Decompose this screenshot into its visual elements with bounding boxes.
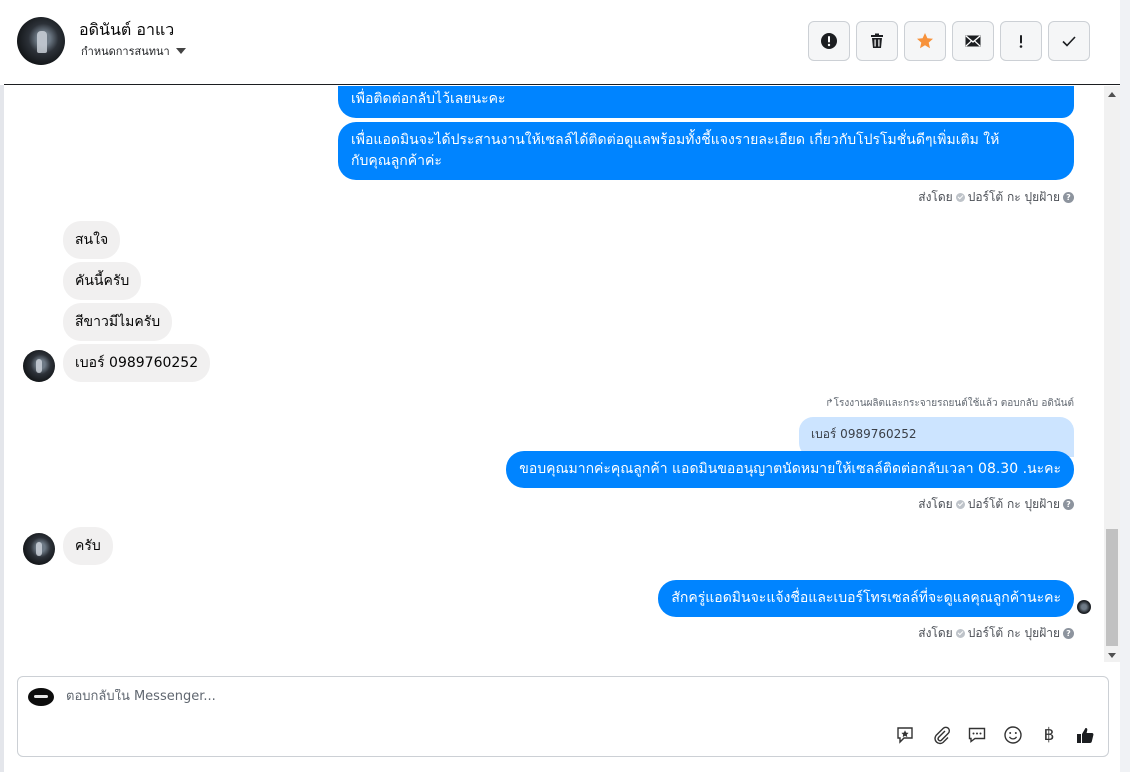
- attach-button[interactable]: [930, 724, 952, 746]
- sent-by-name[interactable]: ปอร์โต้ กะ ปุยฝ้าย: [968, 624, 1060, 643]
- thread-scrollbar[interactable]: [1104, 86, 1120, 662]
- sent-by-row: ส่งโดย ปอร์โต้ กะ ปุยฝ้าย ?: [918, 188, 1074, 207]
- message-bubble-incoming[interactable]: คันนี้ครับ: [63, 262, 142, 300]
- message-bubble-outgoing[interactable]: เพื่อแอดมินจะได้ประสานงานให้เซลล์ได้ติดต…: [338, 122, 1074, 180]
- scroll-up-arrow-icon[interactable]: [1108, 92, 1116, 97]
- envelope-icon: [965, 35, 981, 47]
- seen-avatar: [1077, 600, 1091, 614]
- contact-avatar[interactable]: [17, 17, 65, 65]
- alert-circle-icon: [821, 33, 837, 49]
- emoji-button[interactable]: [1002, 724, 1024, 746]
- message-bubble-outgoing[interactable]: สักครู่แอดมินจะแจ้งชื่อและเบอร์โทรเซลล์ท…: [658, 580, 1074, 617]
- verified-dot-icon: [955, 193, 965, 202]
- help-icon[interactable]: ?: [1063, 499, 1074, 510]
- scroll-down-arrow-icon[interactable]: [1108, 653, 1116, 658]
- trash-icon: [871, 33, 883, 48]
- star-icon: [917, 33, 933, 49]
- composer-toolbar: ฿: [894, 724, 1096, 746]
- reply-note-text: โรงงานผลิตและกระจายรถยนต์ใช้แล้ว ตอบกลับ…: [833, 398, 1074, 409]
- messenger-window: อดินันต์ อาแว กำหนดการสนทนา เพื่อติดต่อก…: [0, 0, 1130, 772]
- chat-bubble-star-icon: [897, 727, 913, 744]
- verified-dot-icon: [955, 500, 965, 509]
- sent-by-name[interactable]: ปอร์โต้ กะ ปุยฝ้าย: [968, 188, 1060, 207]
- sent-by-row: ส่งโดย ปอร์โต้ กะ ปุยฝ้าย ?: [918, 624, 1074, 643]
- sent-by-row: ส่งโดย ปอร์โต้ กะ ปุยฝ้าย ?: [918, 495, 1074, 514]
- reply-input[interactable]: [66, 689, 966, 704]
- message-thread[interactable]: เพื่อติดต่อกลับไว้เลยนะคะ เพื่อแอดมินจะไ…: [4, 86, 1104, 662]
- message-bubble-incoming[interactable]: ครับ: [63, 527, 113, 565]
- exclamation-icon: [1019, 35, 1023, 48]
- help-icon[interactable]: ?: [1063, 628, 1074, 639]
- header-actions: [808, 21, 1090, 61]
- conversation-status-label: กำหนดการสนทนา: [81, 45, 170, 58]
- help-icon[interactable]: ?: [1063, 192, 1074, 203]
- message-bubble-incoming[interactable]: สนใจ: [63, 221, 121, 259]
- message-bubble-incoming[interactable]: เบอร์ 0989760252: [63, 344, 211, 382]
- paperclip-icon: [934, 726, 951, 745]
- contact-avatar-small[interactable]: [23, 533, 55, 565]
- important-button[interactable]: [1000, 21, 1042, 61]
- sent-by-name[interactable]: ปอร์โต้ กะ ปุยฝ้าย: [968, 495, 1060, 514]
- page-avatar: [28, 688, 54, 706]
- done-button[interactable]: [1048, 21, 1090, 61]
- verified-dot-icon: [955, 629, 965, 638]
- checkmark-icon: [1062, 36, 1076, 47]
- message-text-line: เพื่อแอดมินจะได้ประสานงานให้เซลล์ได้ติดต…: [351, 132, 1000, 148]
- sent-by-prefix: ส่งโดย: [918, 626, 953, 640]
- reply-arrow-icon: ↱: [825, 398, 834, 409]
- star-button[interactable]: [904, 21, 946, 61]
- spam-button[interactable]: [808, 21, 850, 61]
- saved-reply-button[interactable]: [894, 724, 916, 746]
- message-bubble-outgoing[interactable]: ขอบคุณมากค่ะคุณลูกค้า แอดมินขออนุญาตนัดห…: [506, 451, 1074, 488]
- contact-name[interactable]: อดินันต์ อาแว: [79, 18, 174, 43]
- right-border: [1120, 0, 1130, 772]
- comment-icon: [968, 727, 986, 743]
- smiley-icon: [1004, 726, 1022, 744]
- contact-avatar-small[interactable]: [23, 350, 55, 382]
- baht-icon: ฿: [1043, 725, 1055, 745]
- sent-by-prefix: ส่งโดย: [918, 497, 953, 511]
- mark-unread-button[interactable]: [952, 21, 994, 61]
- caret-down-icon: [175, 48, 186, 54]
- payment-button[interactable]: ฿: [1038, 724, 1060, 746]
- reply-note: ↱โรงงานผลิตและกระจายรถยนต์ใช้แล้ว ตอบกลั…: [825, 396, 1074, 411]
- scrollbar-thumb[interactable]: [1106, 529, 1118, 646]
- delete-button[interactable]: [856, 21, 898, 61]
- conversation-status-dropdown[interactable]: กำหนดการสนทนา: [81, 42, 186, 60]
- message-text-line: กับคุณลูกค้าค่ะ: [351, 153, 442, 169]
- message-bubble-outgoing[interactable]: เพื่อติดต่อกลับไว้เลยนะคะ: [338, 86, 1074, 118]
- thumbs-up-icon: [1077, 727, 1094, 743]
- conversation-header: อดินันต์ อาแว กำหนดการสนทนา: [4, 0, 1120, 85]
- message-bubble-incoming[interactable]: สีขาวมีไมครับ: [63, 303, 173, 341]
- sent-by-prefix: ส่งโดย: [918, 190, 953, 204]
- like-button[interactable]: [1074, 724, 1096, 746]
- reply-composer: ฿: [17, 676, 1109, 757]
- comment-button[interactable]: [966, 724, 988, 746]
